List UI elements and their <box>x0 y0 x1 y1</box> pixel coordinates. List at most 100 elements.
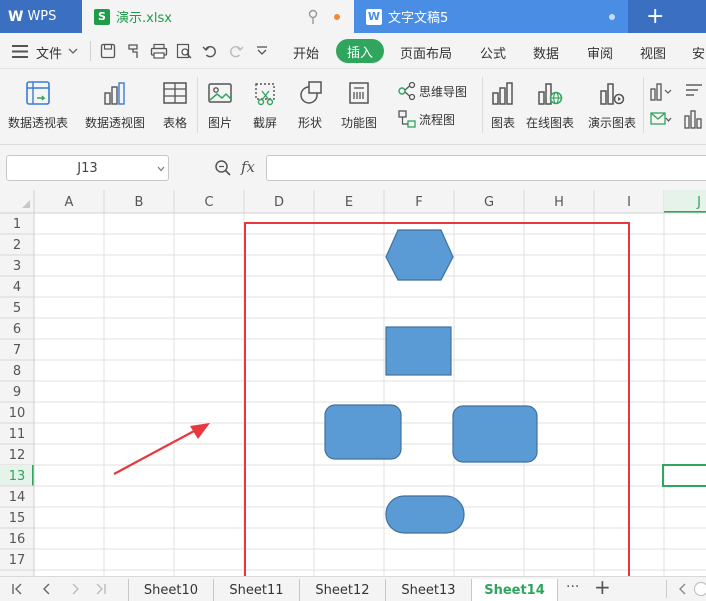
hexagon-shape[interactable] <box>385 229 454 281</box>
row-header-6[interactable]: 6 <box>13 322 21 337</box>
mind-map-button[interactable]: 思维导图 <box>397 81 467 101</box>
screenshot-button[interactable]: 截屏 <box>251 79 279 131</box>
print-icon[interactable] <box>150 43 168 59</box>
sheet-tab-sheet13[interactable]: Sheet13 <box>386 579 472 601</box>
first-sheet-icon[interactable] <box>10 582 24 596</box>
sparkline-column-icon[interactable] <box>650 81 672 101</box>
customize-dropdown-icon[interactable] <box>256 46 268 56</box>
online-chart-button[interactable]: 在线图表 <box>526 79 574 131</box>
save-icon[interactable] <box>100 43 116 59</box>
tab-document[interactable]: W 文字文稿5 <box>356 0 628 33</box>
row-header-17[interactable]: 17 <box>9 553 26 568</box>
menu-view[interactable]: 视图 <box>640 43 666 62</box>
column-header-a[interactable]: A <box>65 195 74 210</box>
grid-headers: A B C D E F G H I J1234567891011121314151617 <box>0 190 706 576</box>
column-header-j[interactable]: J <box>696 195 701 210</box>
row-header-13[interactable]: 13 <box>9 469 26 484</box>
column-header-c[interactable]: C <box>204 195 213 210</box>
table-button[interactable]: 表格 <box>161 79 189 131</box>
sheet-tab-sheet12[interactable]: Sheet12 <box>300 579 386 601</box>
row-header-5[interactable]: 5 <box>13 301 21 316</box>
rounded-rectangle-shape-2[interactable] <box>452 405 538 463</box>
column-header-f[interactable]: F <box>415 195 422 210</box>
menu-data[interactable]: 数据 <box>533 43 559 62</box>
sheet-tab-sheet10[interactable]: Sheet10 <box>128 579 214 601</box>
chart-button[interactable]: 图表 <box>489 79 517 131</box>
row-header-8[interactable]: 8 <box>13 364 21 379</box>
rounded-pill-shape[interactable] <box>385 495 465 534</box>
formula-input[interactable] <box>266 155 706 181</box>
undo-icon[interactable] <box>202 43 218 59</box>
grid-canvas[interactable]: A B C D E F G H I J1234567891011121314151617 <box>0 190 706 576</box>
rectangle-shape[interactable] <box>385 326 452 376</box>
column-header-d[interactable]: D <box>274 195 284 210</box>
column-header-g[interactable]: G <box>484 195 494 210</box>
demo-chart-button[interactable]: 演示图表 <box>588 79 636 131</box>
scroll-left-icon[interactable] <box>676 582 690 596</box>
function-fx-icon[interactable]: fx <box>241 158 255 176</box>
row-header-4[interactable]: 4 <box>13 280 21 295</box>
flowchart-button[interactable]: 流程图 <box>397 109 455 129</box>
add-sheet-icon[interactable]: + <box>594 575 611 599</box>
shapes-button[interactable]: 形状 <box>296 79 324 131</box>
next-sheet-icon[interactable] <box>68 582 82 596</box>
sheet-tab-sheet11[interactable]: Sheet11 <box>214 579 300 601</box>
column-header-h[interactable]: H <box>554 195 564 210</box>
menu-formulas[interactable]: 公式 <box>480 43 506 62</box>
row-header-15[interactable]: 15 <box>9 511 26 526</box>
row-header-11[interactable]: 11 <box>9 427 26 442</box>
redo-icon[interactable] <box>228 43 244 59</box>
chevron-down-icon[interactable] <box>68 48 78 55</box>
pin-icon[interactable] <box>306 9 320 25</box>
row-header-16[interactable]: 16 <box>9 532 26 547</box>
more-sheets-icon[interactable]: ··· <box>566 579 579 595</box>
function-chart-button[interactable]: 功能图 <box>341 79 377 131</box>
sparkline-bar-icon[interactable] <box>684 109 706 129</box>
chevron-down-icon[interactable] <box>157 166 165 172</box>
pivot-table-button[interactable]: 数据透视表 <box>8 79 68 131</box>
row-header-10[interactable]: 10 <box>9 406 26 421</box>
row-header-9[interactable]: 9 <box>13 385 21 400</box>
new-tab-button[interactable]: + <box>628 0 706 33</box>
column-header-b[interactable]: B <box>135 195 144 210</box>
tab-spreadsheet[interactable]: S 演示.xlsx <box>82 0 354 33</box>
last-sheet-icon[interactable] <box>94 582 108 596</box>
function-chart-label: 功能图 <box>341 116 378 130</box>
envelope-icon[interactable] <box>650 109 672 129</box>
row-header-3[interactable]: 3 <box>13 259 21 274</box>
row-header-14[interactable]: 14 <box>9 490 26 505</box>
menu-review[interactable]: 审阅 <box>587 43 613 62</box>
horizontal-scrollbar-thumb[interactable] <box>694 582 706 596</box>
column-header-i[interactable]: I <box>627 195 631 210</box>
zoom-search-icon[interactable] <box>214 159 232 177</box>
picture-button[interactable]: 图片 <box>206 79 234 131</box>
menu-security[interactable]: 安 <box>692 43 705 62</box>
menu-home[interactable]: 开始 <box>293 43 319 62</box>
name-box[interactable]: J13 <box>6 155 169 181</box>
row-header-7[interactable]: 7 <box>13 343 21 358</box>
menu-page-layout[interactable]: 页面布局 <box>400 43 452 62</box>
tab-label: WPS <box>27 9 57 24</box>
row-header-1[interactable]: 1 <box>13 217 21 232</box>
sheet-tab-sheet14[interactable]: Sheet14 <box>472 579 558 601</box>
print-preview-icon[interactable] <box>176 43 193 59</box>
flowchart-label: 流程图 <box>419 112 456 127</box>
online-chart-icon <box>538 83 563 105</box>
rounded-rectangle-shape[interactable] <box>324 404 402 460</box>
tab-wps[interactable]: W WPS <box>0 0 82 33</box>
row-header-12[interactable]: 12 <box>9 448 26 463</box>
row-header-2[interactable]: 2 <box>13 238 21 253</box>
previous-sheet-icon[interactable] <box>40 582 54 596</box>
column-header-e[interactable]: E <box>345 195 353 210</box>
menu-insert[interactable]: 插入 <box>336 39 384 63</box>
format-painter-icon[interactable] <box>126 43 142 59</box>
pivot-chart-button[interactable]: 数据透视图 <box>85 79 145 131</box>
table-icon <box>163 82 187 104</box>
tab-label: 文字文稿5 <box>388 11 449 26</box>
menu-file[interactable]: 文件 <box>36 43 62 62</box>
selected-cell-j13[interactable] <box>662 464 706 487</box>
text-box-icon[interactable] <box>684 81 706 101</box>
ribbon: 数据透视表 数据透视图 表格 图片 截屏 形状 功能图 思维导图 流程图 图表 … <box>0 69 706 145</box>
spreadsheet-grid[interactable]: A B C D E F G H I J 1 2 3 4 5 6 7 8 9 10 11 12 13 14 15 16 17 <box>0 190 706 576</box>
hamburger-menu-icon[interactable] <box>12 45 28 58</box>
